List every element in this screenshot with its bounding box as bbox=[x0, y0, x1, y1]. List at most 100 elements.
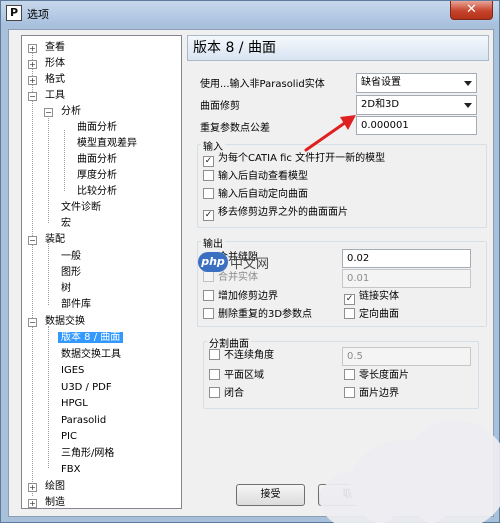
tree-item-label: 图形 bbox=[61, 267, 81, 278]
tree-connector bbox=[64, 130, 65, 191]
tree-item-version8-surface[interactable]: 版本 8 / 曲面 bbox=[58, 330, 124, 346]
tree-item-assembly[interactable]: − 装配 bbox=[28, 232, 65, 248]
dialog-client-area: + 查看 + 形体 + 格式 − 工具 − 分析 曲面分析 模型直观差异 曲面分… bbox=[8, 29, 494, 517]
tree-item-tree[interactable]: 树 bbox=[61, 281, 71, 297]
checkbox[interactable] bbox=[203, 188, 214, 199]
option-label: 平面区域 bbox=[224, 370, 264, 381]
checkbox-checked[interactable]: ✓ bbox=[203, 255, 214, 266]
tree-item-label: 一般 bbox=[61, 251, 81, 262]
option-label: 合并缝隙 bbox=[218, 252, 258, 263]
option-auto-view-model[interactable]: 输入后自动查看模型 bbox=[203, 170, 308, 185]
input-group-title: 输入 bbox=[201, 138, 225, 153]
tree-item-label: 模型直观差异 bbox=[77, 138, 137, 149]
checkbox[interactable] bbox=[344, 369, 355, 380]
import-select[interactable]: 缺省设置 bbox=[356, 73, 477, 93]
tree-expander[interactable]: + bbox=[28, 499, 37, 508]
trim-select[interactable]: 2D和3D bbox=[356, 95, 477, 115]
checkbox[interactable] bbox=[203, 308, 214, 319]
checkbox[interactable] bbox=[209, 387, 220, 398]
checkbox[interactable] bbox=[209, 369, 220, 380]
tree-collapser[interactable]: − bbox=[28, 318, 37, 327]
option-remove-outside-patches[interactable]: ✓ 移去修剪边界之外的曲面面片 bbox=[203, 206, 348, 221]
tree-item-part-library[interactable]: 部件库 bbox=[61, 297, 91, 313]
option-label: 增加修剪边界 bbox=[218, 291, 278, 302]
tree-item-label: 装配 bbox=[45, 234, 65, 245]
tree-item-file-diagnose[interactable]: 文件诊断 bbox=[61, 200, 101, 216]
option-label: 链接实体 bbox=[359, 291, 399, 302]
checkbox-checked[interactable]: ✓ bbox=[203, 156, 214, 167]
option-orient-surface[interactable]: 定向曲面 bbox=[344, 308, 399, 323]
tree-expander[interactable]: + bbox=[28, 44, 37, 53]
option-closed[interactable]: 闭合 bbox=[209, 387, 244, 402]
option-merge-solid[interactable]: 合并实体 bbox=[203, 271, 258, 286]
import-select-value: 缺省设置 bbox=[361, 77, 401, 88]
tree-item-macro[interactable]: 宏 bbox=[61, 216, 71, 232]
tolerance-label: 重复参数点公差 bbox=[200, 123, 270, 134]
checkbox[interactable] bbox=[344, 387, 355, 398]
tree-item-compare[interactable]: 比较分析 bbox=[77, 184, 117, 200]
tree-item-hpgl[interactable]: HPGL bbox=[61, 396, 88, 412]
tree-item-thickness[interactable]: 厚度分析 bbox=[77, 168, 117, 184]
option-merge-gap[interactable]: ✓ 合并缝隙 bbox=[203, 251, 258, 266]
option-label: 面片边界 bbox=[359, 388, 399, 399]
option-link-solid[interactable]: ✓ 链接实体 bbox=[344, 290, 399, 305]
tree-expander[interactable]: + bbox=[28, 483, 37, 492]
option-label: 不连续角度 bbox=[224, 350, 274, 361]
checkbox[interactable] bbox=[209, 349, 220, 360]
checkbox[interactable] bbox=[203, 290, 214, 301]
option-discontinuous-angle[interactable]: 不连续角度 bbox=[209, 349, 274, 364]
tree-item-shape[interactable]: + 形体 bbox=[28, 56, 65, 72]
tree-item-data-exchange-tools[interactable]: 数据交换工具 bbox=[61, 347, 121, 363]
tree-item-surface-analysis-2[interactable]: 曲面分析 bbox=[77, 152, 117, 168]
tree-item-analysis[interactable]: − 分析 bbox=[44, 104, 81, 120]
option-add-trim-boundary[interactable]: 增加修剪边界 bbox=[203, 290, 278, 305]
tree-item-model-diff[interactable]: 模型直观差异 bbox=[77, 136, 137, 152]
option-auto-orient-surface[interactable]: 输入后自动定向曲面 bbox=[203, 188, 308, 203]
option-delete-duplicate-3d[interactable]: 删除重复的3D参数点 bbox=[203, 308, 312, 323]
tree-item-label: 三角形/网格 bbox=[61, 448, 115, 459]
tree-expander[interactable]: + bbox=[28, 60, 37, 69]
checkbox-checked[interactable]: ✓ bbox=[203, 210, 214, 221]
tree-collapser[interactable]: − bbox=[44, 108, 53, 117]
accept-button[interactable]: 接受 bbox=[236, 484, 305, 506]
tree-item-u3d-pdf[interactable]: U3D / PDF bbox=[61, 380, 112, 396]
app-icon: P bbox=[6, 5, 22, 21]
tree-item-triangle-mesh[interactable]: 三角形/网格 bbox=[61, 446, 114, 462]
tree-item-label: 分析 bbox=[61, 106, 81, 117]
tree-item-format[interactable]: + 格式 bbox=[28, 72, 65, 88]
trim-label: 曲面修剪 bbox=[200, 101, 240, 112]
tree-item-graphics[interactable]: 图形 bbox=[61, 265, 81, 281]
option-label: 为每个CATIA fic 文件打开一新的模型 bbox=[218, 153, 386, 164]
cancel-button[interactable]: 取消 bbox=[318, 484, 387, 506]
tree-item-iges[interactable]: IGES bbox=[61, 363, 84, 379]
tree-item-general[interactable]: 一般 bbox=[61, 249, 81, 265]
tree-item-pic[interactable]: PIC bbox=[61, 429, 77, 445]
option-patch-boundary[interactable]: 面片边界 bbox=[344, 387, 399, 402]
tree-expander[interactable]: + bbox=[28, 76, 37, 85]
tree-item-view[interactable]: + 查看 bbox=[28, 40, 65, 56]
tree-item-parasolid[interactable]: Parasolid bbox=[61, 413, 106, 429]
tree-collapser[interactable]: − bbox=[28, 236, 37, 245]
tree-item-manufacturing[interactable]: + 制造 bbox=[28, 495, 65, 508]
tree-item-drawing[interactable]: + 绘图 bbox=[28, 479, 65, 495]
checkbox[interactable] bbox=[344, 308, 355, 319]
tree-collapser[interactable]: − bbox=[28, 92, 37, 101]
checkbox-checked[interactable]: ✓ bbox=[344, 294, 355, 305]
split-surface-group-title: 分割曲面 bbox=[207, 335, 251, 350]
tree-item-label: 曲面分析 bbox=[77, 154, 117, 165]
option-new-model-per-file[interactable]: ✓ 为每个CATIA fic 文件打开一新的模型 bbox=[203, 152, 385, 167]
option-zero-length-patch[interactable]: 零长度面片 bbox=[344, 369, 409, 384]
settings-panel: 版本 8 / 曲面 使用...输入非Parasolid实体 缺省设置 曲面修剪 … bbox=[187, 35, 489, 509]
tree-item-label: IGES bbox=[61, 365, 85, 376]
option-planar-region[interactable]: 平面区域 bbox=[209, 369, 264, 384]
tree-item-surface-analysis[interactable]: 曲面分析 bbox=[77, 120, 117, 136]
tree-item-data-exchange[interactable]: − 数据交换 bbox=[28, 314, 85, 330]
tolerance-input[interactable]: 0.000001 bbox=[356, 116, 477, 135]
tree-item-fbx[interactable]: FBX bbox=[61, 462, 80, 478]
close-button[interactable]: ✕ bbox=[450, 1, 493, 20]
option-label: 输入后自动定向曲面 bbox=[218, 189, 308, 200]
checkbox[interactable] bbox=[203, 170, 214, 181]
title-bar[interactable]: P 选项 ✕ bbox=[1, 1, 499, 25]
merge-gap-input[interactable]: 0.02 bbox=[342, 249, 471, 268]
tree-item-tools[interactable]: − 工具 bbox=[28, 88, 65, 104]
